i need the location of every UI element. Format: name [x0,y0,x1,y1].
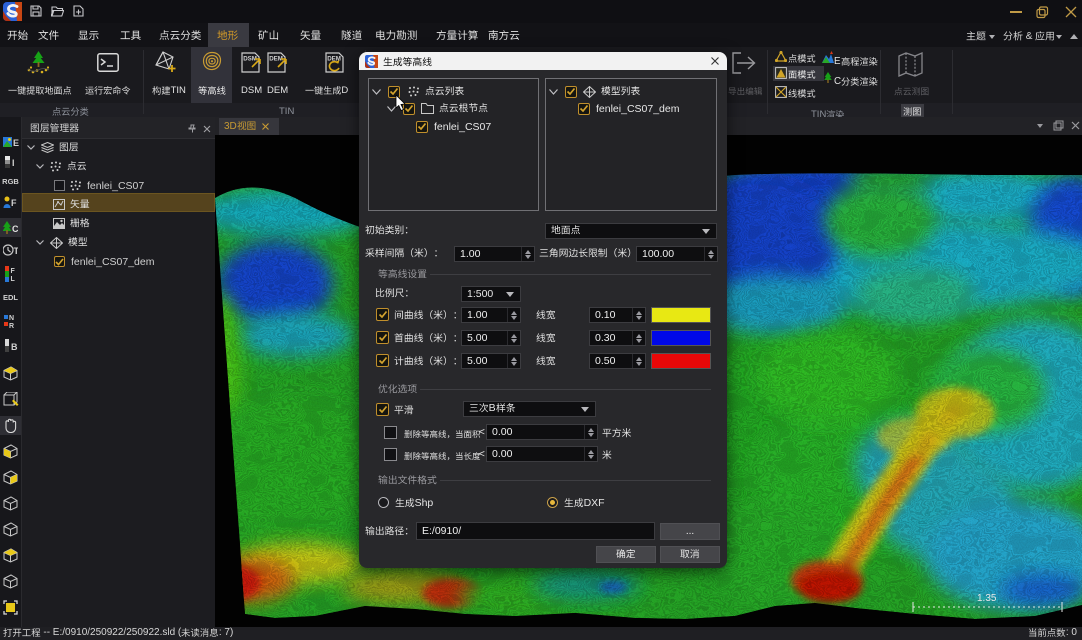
svg-text:T: T [14,246,19,256]
svg-text:C: C [12,224,18,234]
svg-text:F: F [10,268,15,275]
svg-text:L: L [10,276,15,282]
svg-text:B: B [11,342,18,352]
svg-text:R: R [9,323,14,329]
svg-text:DSM: DSM [243,56,257,63]
svg-text:F: F [11,198,17,208]
svg-text:E: E [13,138,19,148]
svg-text:1.35: 1.35 [977,593,997,604]
svg-text:I: I [12,158,15,168]
svg-text:DEM: DEM [269,56,283,63]
svg-text:N: N [9,315,14,322]
